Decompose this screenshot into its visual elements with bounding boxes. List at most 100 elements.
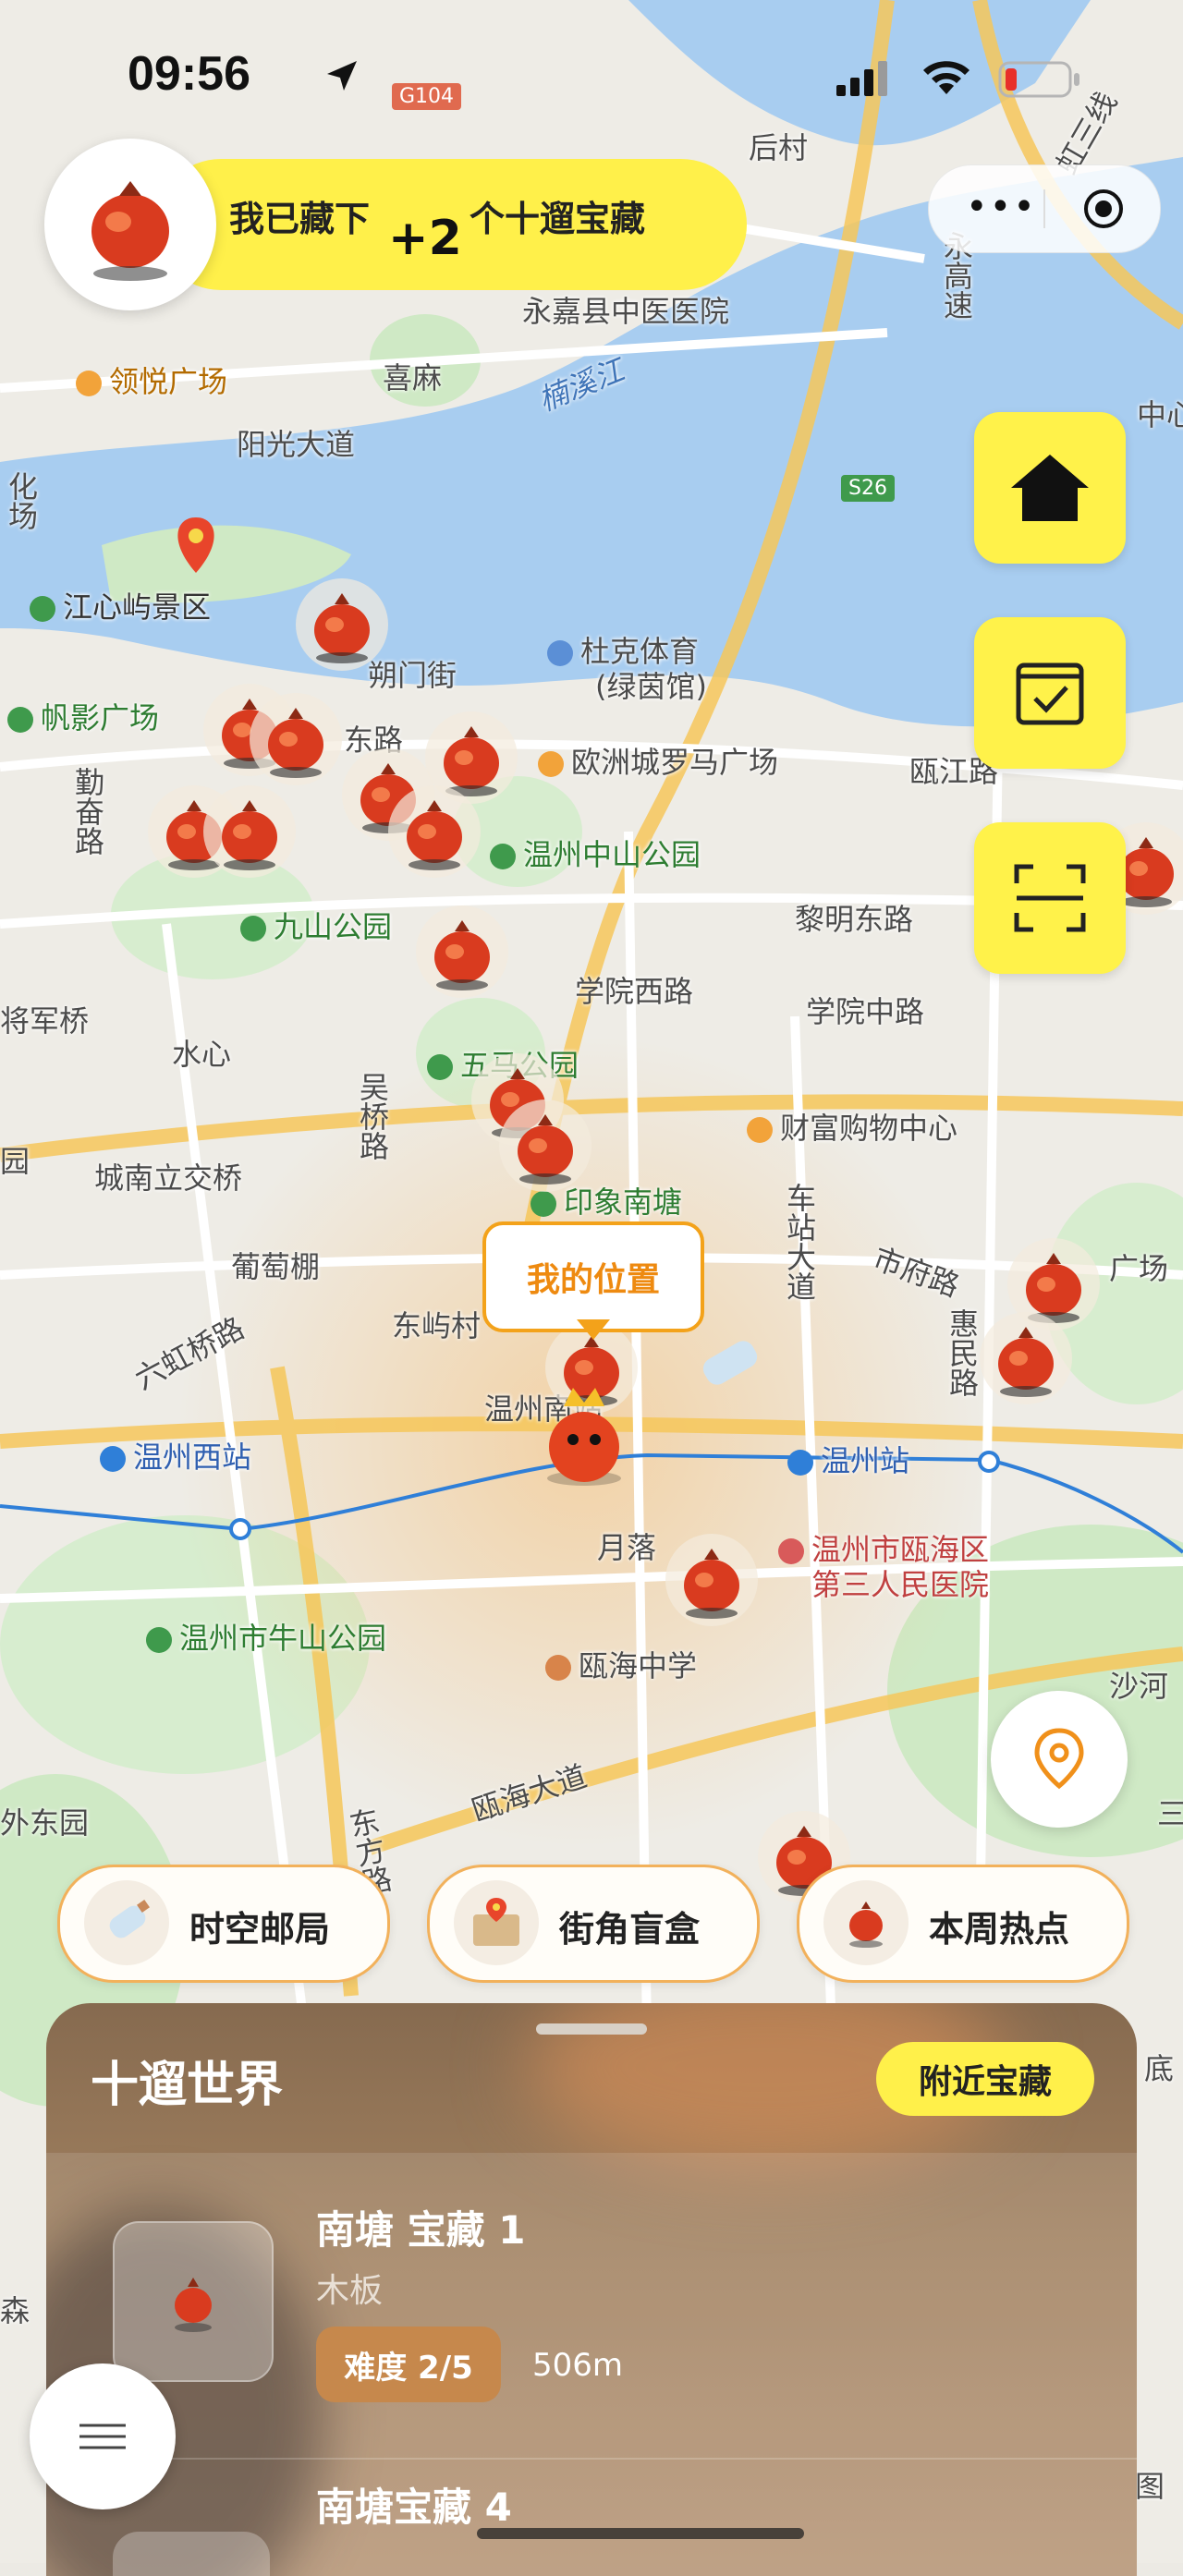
- map-label: 月落: [597, 1530, 657, 1565]
- park-pin-icon: [490, 844, 516, 869]
- map-label-poi: 瓯海中学: [545, 1643, 697, 1685]
- map-label: 水心: [172, 1037, 232, 1072]
- map-label-text: 五马公园: [460, 1048, 579, 1083]
- treasure-thumbnail[interactable]: [113, 2221, 274, 2382]
- nearby-treasure-button[interactable]: 附近宝藏: [876, 2042, 1094, 2116]
- banner-text-after: 个十遛宝藏: [470, 199, 646, 239]
- chip-label: 本周热点: [929, 1909, 1070, 1950]
- chip-blind-box[interactable]: 街角盲盒: [427, 1865, 760, 1983]
- map-label-poi: 江心屿景区: [30, 584, 211, 626]
- map-label-text: 温州中山公园: [523, 837, 701, 872]
- map-label: 吴桥路: [355, 1072, 390, 1160]
- map-label-text: 温州市牛山公园: [179, 1621, 387, 1656]
- shop-pin-icon: [747, 1117, 773, 1143]
- map-label: 阳光大道: [237, 427, 356, 462]
- treasure-name[interactable]: 南塘宝藏 4: [316, 2476, 512, 2533]
- map-label: 学院中路: [806, 994, 925, 1029]
- map-label: 化场: [4, 471, 39, 530]
- map-label: 将军桥: [0, 1003, 90, 1039]
- chip-weekly-hot[interactable]: 本周热点: [797, 1865, 1129, 1983]
- shop-pin-icon: [76, 371, 102, 396]
- map-label-text: 江心屿景区: [63, 589, 212, 625]
- treasure-distance: 506m: [532, 2347, 624, 2384]
- checklist-button[interactable]: [974, 617, 1126, 769]
- map-label-text: 温州站: [821, 1443, 910, 1478]
- shop-pin-icon: [538, 751, 564, 777]
- map-label: 东路: [344, 723, 404, 758]
- map-label-poi: 温州站: [787, 1438, 909, 1480]
- checkbox-icon: [1016, 662, 1084, 725]
- status-bar: 09:56: [0, 46, 1183, 111]
- map-label-text: 瓯海中学: [579, 1648, 698, 1683]
- map-label: 第三人民医院: [811, 1567, 990, 1602]
- map-label-road-badge: S26: [841, 475, 895, 502]
- locate-button[interactable]: [991, 1691, 1128, 1828]
- wifi-icon: [923, 61, 970, 94]
- my-location-bubble: 我的位置: [482, 1221, 704, 1332]
- map-label-poi: 领悦广场: [76, 358, 227, 401]
- map-label: 惠民路: [945, 1308, 980, 1397]
- hidden-treasure-banner[interactable]: 我已藏下 +2 个十遛宝藏: [44, 139, 747, 310]
- map-label-text: 领悦广场: [109, 364, 228, 399]
- hamburger-menu-icon: [79, 2424, 126, 2449]
- battery-low-icon: [998, 61, 1079, 98]
- bottom-sheet[interactable]: 十遛世界 附近宝藏 南塘 宝藏 1 木板 难度 2/5 506m 南塘宝藏 4: [46, 2003, 1137, 2576]
- map-label-poi: 温州市牛山公园: [146, 1615, 386, 1658]
- map-label: (绿茵馆): [595, 669, 707, 704]
- status-time: 09:56: [128, 47, 250, 101]
- map-label-poi: 温州中山公园: [490, 832, 701, 874]
- map-label: 温州南站: [484, 1391, 604, 1427]
- sport-pin-icon: [547, 640, 573, 666]
- letter-bottle-icon: [84, 1880, 169, 1965]
- chip-label: 时空邮局: [189, 1909, 331, 1950]
- map-label: 中心: [1137, 397, 1183, 432]
- park-pin-icon: [240, 916, 266, 942]
- location-pin-icon: [1034, 1728, 1084, 1790]
- map-label: 沙河: [1109, 1669, 1169, 1704]
- home-indicator[interactable]: [477, 2528, 804, 2539]
- banner-text-before: 我已藏下: [229, 199, 371, 239]
- chip-label: 街角盲盒: [559, 1909, 701, 1950]
- map-label: 车站大道: [782, 1183, 817, 1301]
- cellular-signal-icon: [836, 61, 887, 96]
- pomegranate-icon: [175, 2278, 212, 2332]
- more-button[interactable]: •••: [966, 186, 1037, 228]
- map-label: 勤奋路: [70, 767, 105, 856]
- map-label-text: 九山公园: [274, 909, 393, 944]
- map-label-poi: 欧洲城罗马广场: [538, 739, 778, 782]
- bubble-tail: [577, 1319, 610, 1340]
- pomegranate-icon: [91, 181, 169, 281]
- map-label: 外东园: [0, 1805, 90, 1841]
- map-label: 三: [1157, 1796, 1183, 1831]
- treasure-name[interactable]: 南塘 宝藏 1: [316, 2199, 525, 2255]
- list-divider: [46, 2458, 1137, 2460]
- treasure-map-icon: [454, 1880, 539, 1965]
- home-icon: [1011, 455, 1089, 521]
- map-label-text: 财富购物中心: [780, 1111, 958, 1146]
- scan-button[interactable]: [974, 822, 1126, 974]
- menu-button[interactable]: [30, 2363, 176, 2509]
- metro-pin-icon: [787, 1450, 813, 1476]
- sheet-drag-handle[interactable]: [536, 2023, 647, 2035]
- location-arrow-icon: [327, 61, 357, 91]
- map-label: 图: [1135, 2469, 1165, 2504]
- difficulty-badge: 难度 2/5: [316, 2327, 501, 2402]
- sheet-title: 十遛世界: [91, 2058, 284, 2113]
- map-label-poi: 财富购物中心: [747, 1105, 957, 1148]
- treasure-thumbnail[interactable]: [113, 2532, 270, 2576]
- close-target-icon[interactable]: [1082, 188, 1125, 230]
- chip-time-post[interactable]: 时空邮局: [57, 1865, 390, 1983]
- map-label-poi: 印象南塘: [531, 1179, 682, 1221]
- map-label-poi: 九山公园: [240, 904, 392, 946]
- map-label: 黎明东路: [795, 902, 914, 937]
- home-button[interactable]: [974, 412, 1126, 564]
- map-label: 园: [0, 1144, 30, 1179]
- scenic-pin-icon: [30, 596, 55, 622]
- school-pin-icon: [545, 1655, 571, 1681]
- map-label-poi: 温州西站: [100, 1434, 251, 1476]
- map-label-poi: 五马公园: [427, 1042, 579, 1085]
- park-pin-icon: [146, 1627, 172, 1653]
- map-label-poi: 帆影广场: [7, 695, 159, 737]
- pomegranate-avatar: [44, 139, 216, 310]
- treasure-list: 南塘 宝藏 1 木板 难度 2/5 506m 南塘宝藏 4: [46, 2153, 1137, 2576]
